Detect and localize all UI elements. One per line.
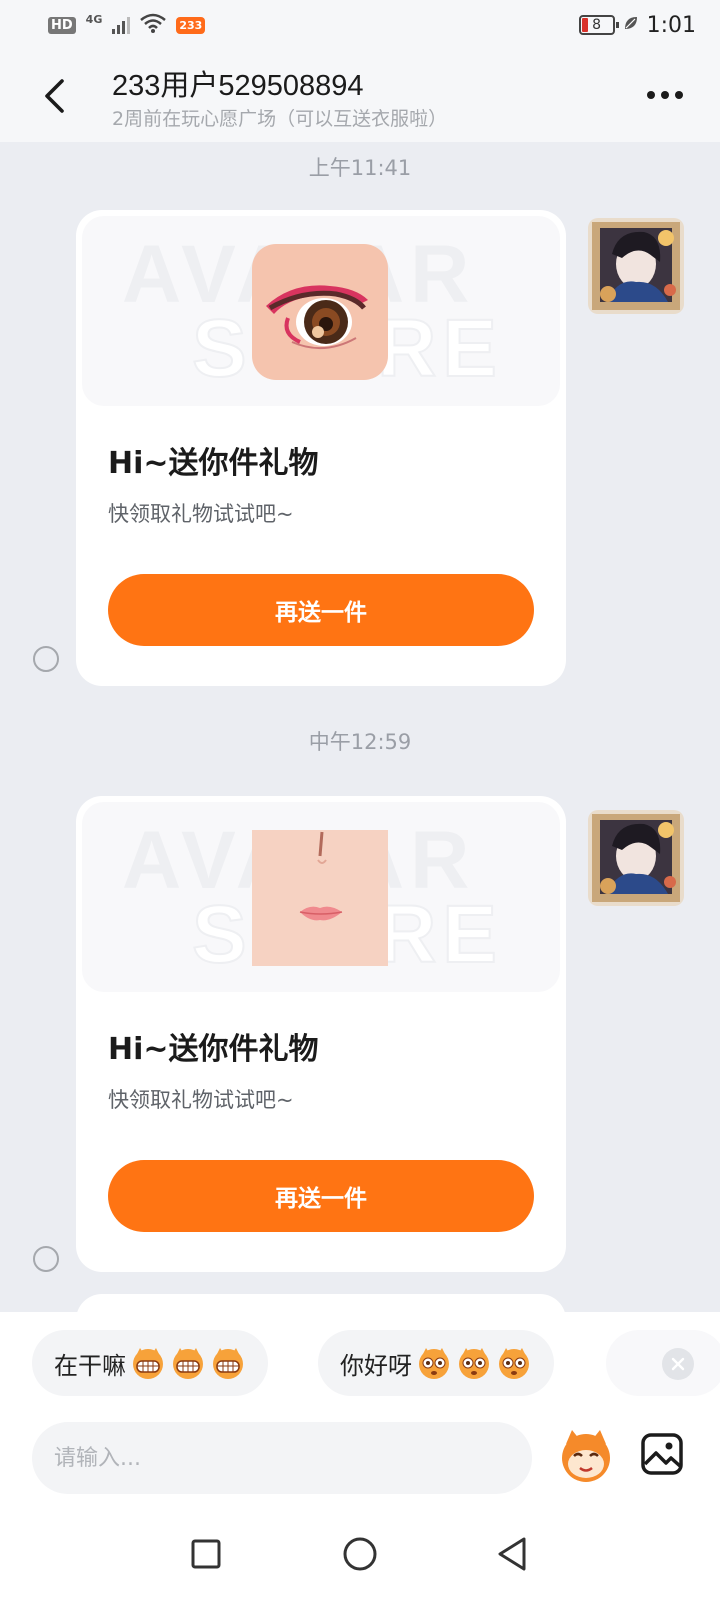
hd-badge: HD	[48, 16, 76, 34]
gift-description: 快领取礼物试试吧~	[108, 502, 294, 526]
back-button[interactable]	[34, 74, 74, 118]
triangle-back-icon	[498, 1537, 526, 1571]
gift-item-image	[252, 244, 388, 380]
message-timestamp: 上午11:41	[308, 156, 412, 180]
wide-eyes-emoji-icon	[459, 1348, 489, 1379]
close-quick-replies-button[interactable]	[662, 1348, 694, 1380]
chevron-left-icon	[45, 79, 64, 113]
battery-icon: 8	[578, 15, 619, 35]
grin-emoji-icon	[213, 1348, 243, 1379]
read-status-icon	[33, 646, 59, 672]
gift-description: 快领取礼物试试吧~	[108, 1088, 294, 1112]
dot-icon	[647, 91, 655, 99]
system-nav-bar	[0, 1508, 720, 1600]
quick-reply-label: 你好呀	[340, 1351, 412, 1380]
recents-button[interactable]	[184, 1532, 228, 1576]
avatar[interactable]	[588, 810, 684, 906]
send-another-button[interactable]: 再送一件	[108, 574, 534, 646]
close-icon	[671, 1357, 685, 1371]
wide-eyes-emoji-icon	[499, 1348, 529, 1379]
gift-banner: AVATAR STORE	[82, 216, 560, 406]
network-type: 4G	[85, 12, 103, 26]
wide-eyes-emoji-icon	[419, 1348, 449, 1379]
back-nav-button[interactable]	[490, 1532, 534, 1576]
grin-emoji-icon	[133, 1348, 163, 1379]
more-options-button[interactable]	[640, 80, 690, 110]
gift-banner: AVATAR STORE	[82, 802, 560, 992]
gift-item-image	[252, 830, 388, 966]
image-picker-button[interactable]	[640, 1432, 684, 1476]
chat-subtitle: 2周前在玩心愿广场（可以互送衣服啦）	[112, 108, 448, 130]
grin-emoji-icon	[173, 1348, 203, 1379]
gift-title: Hi~送你件礼物	[108, 446, 319, 481]
gift-card[interactable]: AVATAR STORE Hi~送你件礼物 快领取礼物试试吧~ 再送一件	[76, 210, 566, 686]
chat-title: 233用户529508894	[112, 70, 364, 102]
quick-replies: 在干嘛 你好呀	[32, 1330, 720, 1396]
circle-icon	[343, 1537, 377, 1571]
home-button[interactable]	[338, 1532, 382, 1576]
emoji-button[interactable]	[556, 1426, 616, 1486]
send-another-button[interactable]: 再送一件	[108, 1160, 534, 1232]
dot-icon	[661, 91, 669, 99]
gift-card[interactable]: AVATAR STORE Hi~送你件礼物 快领取礼物试试吧~ 再送一件	[76, 796, 566, 1272]
image-icon	[641, 1433, 683, 1475]
message-input[interactable]	[32, 1422, 532, 1494]
dot-icon	[675, 91, 683, 99]
read-status-icon	[33, 1246, 59, 1272]
chat-header: 233用户529508894 2周前在玩心愿广场（可以互送衣服啦）	[0, 50, 720, 142]
quick-reply-chip[interactable]: 在干嘛	[32, 1330, 268, 1396]
quick-reply-chip[interactable]: 你好呀	[318, 1330, 554, 1396]
quick-reply-label: 在干嘛	[54, 1351, 126, 1380]
clock: 1:01	[646, 12, 696, 38]
avatar[interactable]	[588, 218, 684, 314]
app-notification-icon: 233	[176, 16, 206, 34]
signal-icon	[112, 16, 131, 34]
wifi-icon	[140, 13, 167, 38]
gift-title: Hi~送你件礼物	[108, 1032, 319, 1067]
message-timestamp: 中午12:59	[308, 730, 412, 754]
square-icon	[191, 1539, 221, 1569]
emoji-mascot-icon	[562, 1430, 610, 1482]
battery-level: 8	[592, 17, 602, 33]
status-bar: HD 4G 233 8 1:01	[0, 0, 720, 50]
leaf-icon	[623, 15, 639, 35]
